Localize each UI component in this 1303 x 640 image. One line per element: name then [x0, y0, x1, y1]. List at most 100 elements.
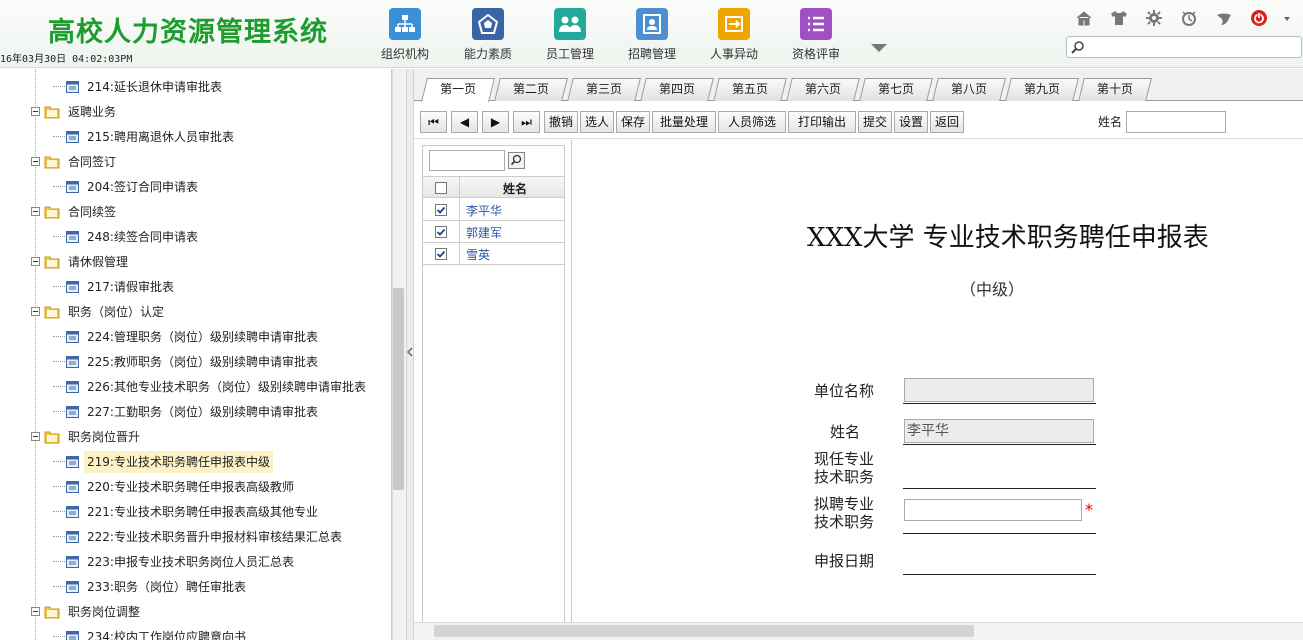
power-icon[interactable] — [1250, 9, 1268, 27]
tree-folder-label: 返聘业务 — [68, 105, 117, 119]
shirt-icon[interactable] — [1110, 9, 1128, 27]
tree-item[interactable]: 227:工勤职务（岗位）级别续聘申请审批表 — [0, 401, 391, 423]
submit-button[interactable]: 提交 — [858, 111, 892, 133]
name-filter-input[interactable] — [1126, 111, 1226, 133]
tree-item[interactable]: 221:专业技术职务聘任申报表高级其他专业 — [0, 501, 391, 523]
tree-item[interactable]: 248:续签合同申请表 — [0, 226, 391, 248]
tree-item[interactable]: 225:教师职务（岗位）级别续聘申请审批表 — [0, 351, 391, 373]
person-search-input[interactable] — [429, 150, 505, 171]
global-search-input[interactable] — [1066, 36, 1302, 58]
tree-item[interactable]: 215:聘用离退休人员审批表 — [0, 126, 391, 148]
nav-recruit-button[interactable]: 招聘管理 — [611, 6, 693, 62]
collapse-toggle-icon[interactable] — [31, 432, 40, 441]
tree-item-label: 221:专业技术职务聘任申报表高级其他专业 — [87, 505, 318, 519]
tab-page-6[interactable]: 第六页 — [786, 78, 860, 101]
person-checkbox[interactable] — [435, 248, 447, 260]
tab-page-8[interactable]: 第八页 — [932, 78, 1006, 101]
main-hscroll-thumb[interactable] — [434, 625, 974, 637]
next-record-button[interactable]: ▶ — [482, 111, 509, 133]
settings-button[interactable]: 设置 — [894, 111, 928, 133]
name-filter-label: 姓名 — [1098, 115, 1123, 129]
id-card-icon — [636, 8, 668, 40]
tree-folder[interactable]: 职务（岗位）认定 — [0, 301, 391, 323]
tree-item[interactable]: 222:专业技术职务晋升申报材料审核结果汇总表 — [0, 526, 391, 548]
tab-page-10[interactable]: 第十页 — [1078, 78, 1152, 101]
collapse-toggle-icon[interactable] — [31, 107, 40, 116]
collapse-toggle-icon[interactable] — [31, 207, 40, 216]
tree-item-label: 227:工勤职务（岗位）级别续聘申请审批表 — [87, 405, 318, 419]
person-search-button[interactable] — [508, 152, 525, 169]
name-field[interactable]: 李平华 — [904, 419, 1094, 443]
pentagon-icon — [472, 8, 504, 40]
person-row[interactable]: 李平华 — [423, 199, 564, 221]
tree-item[interactable]: 219:专业技术职务聘任申报表中级 — [0, 451, 391, 473]
tree-folder[interactable]: 合同续签 — [0, 201, 391, 223]
proposed-title-field[interactable] — [904, 499, 1082, 521]
save-button[interactable]: 保存 — [616, 111, 650, 133]
collapse-toggle-icon[interactable] — [31, 157, 40, 166]
tree-folder[interactable]: 返聘业务 — [0, 101, 391, 123]
nav-qualification-button[interactable]: 资格评审 — [775, 6, 857, 62]
collapse-toggle-icon[interactable] — [31, 257, 40, 266]
prev-record-button[interactable]: ◀ — [451, 111, 478, 133]
tree-folder[interactable]: 职务岗位晋升 — [0, 426, 391, 448]
tree-scroll-thumb[interactable] — [393, 288, 404, 490]
tree-item[interactable]: 214:延长退休申请审批表 — [0, 76, 391, 98]
undo-button[interactable]: 撤销 — [544, 111, 578, 133]
tree-item[interactable]: 220:专业技术职务聘任申报表高级教师 — [0, 476, 391, 498]
collapse-toggle-icon[interactable] — [31, 307, 40, 316]
person-checkbox[interactable] — [435, 204, 447, 216]
tab-page-7[interactable]: 第七页 — [859, 78, 933, 101]
main-panel: 第一页 第二页 第三页 第四页 第五页 第六页 第七页 第八页 第九页 第十页 ⏮ ◀ ▶ ⏭ 撤… — [414, 69, 1303, 640]
batch-process-button[interactable]: 批量处理 — [652, 111, 716, 133]
panel-splitter[interactable] — [406, 69, 414, 640]
tree-folder[interactable]: 职务岗位调整 — [0, 601, 391, 623]
tab-page-2[interactable]: 第二页 — [494, 78, 568, 101]
tree-item[interactable]: 223:申报专业技术职务岗位人员汇总表 — [0, 551, 391, 573]
tree-item[interactable]: 224:管理职务（岗位）级别续聘申请审批表 — [0, 326, 391, 348]
collapse-toggle-icon[interactable] — [31, 607, 40, 616]
filter-people-button[interactable]: 人员筛选 — [718, 111, 786, 133]
folder-icon — [44, 306, 60, 319]
select-person-button[interactable]: 选人 — [580, 111, 614, 133]
back-button[interactable]: 返回 — [930, 111, 964, 133]
unit-field[interactable] — [904, 378, 1094, 402]
last-record-button[interactable]: ⏭ — [513, 111, 540, 133]
person-name: 雪英 — [466, 248, 491, 262]
person-row[interactable]: 雪英 — [423, 243, 564, 265]
tab-page-3[interactable]: 第三页 — [567, 78, 641, 101]
bird-icon[interactable] — [1215, 9, 1233, 27]
gear-icon[interactable] — [1145, 9, 1163, 27]
tree-item[interactable]: 217:请假审批表 — [0, 276, 391, 298]
caret-down-icon[interactable] — [1282, 9, 1292, 27]
first-record-button[interactable]: ⏮ — [420, 111, 447, 133]
alarm-icon[interactable] — [1180, 9, 1198, 27]
nav-more-icon[interactable] — [871, 44, 887, 52]
tree-folder[interactable]: 请休假管理 — [0, 251, 391, 273]
nav-org-button[interactable]: 组织机构 — [364, 6, 446, 62]
tree-folder[interactable]: 合同签订 — [0, 151, 391, 173]
tab-page-5[interactable]: 第五页 — [713, 78, 787, 101]
nav-transfer-button[interactable]: 人事异动 — [693, 6, 775, 62]
tree-item[interactable]: 233:职务（岗位）聘任审批表 — [0, 576, 391, 598]
tree-folder-label: 合同签订 — [68, 155, 117, 169]
collapse-arrow-icon[interactable] — [407, 347, 413, 357]
print-output-button[interactable]: 打印输出 — [788, 111, 856, 133]
tree-item[interactable]: 226:其他专业技术职务（岗位）级别续聘申请审批表 — [0, 376, 391, 398]
tree-item[interactable]: 204:签订合同申请表 — [0, 176, 391, 198]
home-icon[interactable] — [1075, 9, 1093, 27]
form-icon — [66, 81, 79, 93]
check-icon — [436, 206, 446, 214]
nav-employee-button[interactable]: 员工管理 — [529, 6, 611, 62]
page-tabs: 第一页 第二页 第三页 第四页 第五页 第六页 第七页 第八页 第九页 第十页 — [414, 69, 1303, 102]
person-checkbox[interactable] — [435, 226, 447, 238]
tree-item[interactable]: 234:校内工作岗位应聘意向书 — [0, 626, 391, 640]
tab-page-9[interactable]: 第九页 — [1005, 78, 1079, 101]
select-all-checkbox[interactable] — [435, 182, 447, 194]
tab-page-1[interactable]: 第一页 — [421, 78, 495, 102]
tab-page-4[interactable]: 第四页 — [640, 78, 714, 101]
current-title-label-1: 现任专业 — [814, 450, 875, 468]
proposed-title-label-1: 拟聘专业 — [814, 495, 875, 513]
nav-competency-button[interactable]: 能力素质 — [447, 6, 529, 62]
person-row[interactable]: 郭建军 — [423, 221, 564, 243]
